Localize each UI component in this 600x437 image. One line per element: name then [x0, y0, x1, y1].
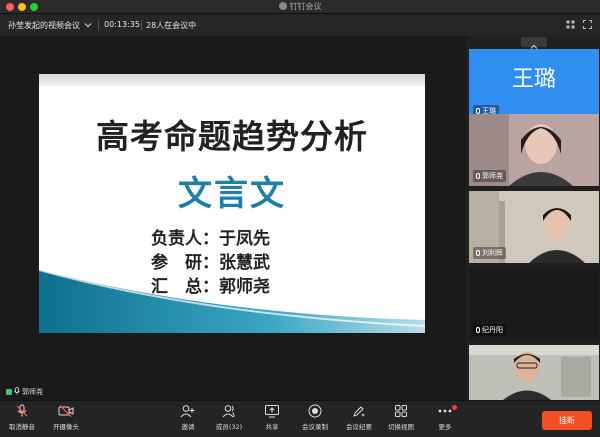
notification-dot — [452, 405, 457, 410]
slide-header-band — [39, 74, 425, 86]
participant-name: 郭师尧 — [482, 172, 503, 180]
slide-credit-line: 负责人：于凤先 — [151, 229, 270, 249]
record-label: 会议录制 — [302, 423, 328, 431]
fullscreen-icon[interactable] — [583, 20, 592, 29]
end-call-button[interactable]: 挂断 — [542, 411, 592, 430]
participant-name: 刘利辉 — [482, 249, 503, 257]
record-button[interactable]: 会议录制 — [300, 404, 330, 431]
divider — [141, 20, 142, 30]
presentation-slide: 高考命题趋势分析 文言文 负责人：于凤先 参 研：张慧武 汇 总：郭师尧 — [39, 74, 425, 333]
switch-view-button[interactable]: 切换视图 — [386, 404, 416, 431]
dingtalk-logo-icon — [278, 2, 287, 10]
share-button[interactable]: 共享 — [262, 404, 282, 431]
share-screen-icon — [265, 405, 279, 418]
microphone-icon — [476, 250, 480, 256]
meeting-timer: 00:13:35 — [104, 20, 140, 29]
more-label: 更多 — [438, 423, 452, 431]
participant-name: 纪丹阳 — [482, 326, 503, 334]
chevron-down-icon[interactable] — [84, 21, 92, 29]
invite-button[interactable]: 邀请 — [176, 404, 200, 431]
pen-sparkle-icon — [353, 406, 365, 417]
meeting-minutes-label: 会议纪要 — [346, 423, 372, 431]
window-title: 钉钉会议 — [0, 1, 600, 12]
shared-screen-area: 高考命题趋势分析 文言文 负责人：于凤先 参 研：张慧武 汇 总：郭师尧 郭师尧 — [0, 36, 466, 400]
users-icon — [222, 405, 235, 418]
window-title-text: 钉钉会议 — [289, 2, 322, 11]
unmute-button[interactable]: 取消静音 — [6, 404, 38, 431]
slide-decorative-wave — [39, 270, 425, 333]
unmute-label: 取消静音 — [9, 423, 35, 431]
divider — [98, 20, 99, 30]
active-speaker-label: 郭师尧 — [6, 387, 43, 397]
slide-subtitle: 文言文 — [178, 174, 286, 214]
microphone-icon — [476, 327, 480, 333]
slide-title: 高考命题趋势分析 — [96, 117, 368, 156]
meeting-minutes-button[interactable]: 会议纪要 — [344, 404, 374, 431]
share-label: 共享 — [265, 423, 279, 431]
avatar-initials: 王璐 — [511, 67, 556, 92]
camera-on-button[interactable]: 开摄像头 — [50, 404, 82, 431]
layout-grid-icon — [395, 405, 407, 417]
window-titlebar: 钉钉会议 — [0, 0, 600, 14]
invite-label: 邀请 — [181, 423, 195, 431]
grid-view-icon[interactable] — [566, 20, 575, 29]
microphone-icon — [14, 387, 20, 395]
add-user-icon — [180, 405, 195, 418]
participant-tile[interactable]: 刘利辉 — [469, 191, 599, 263]
members-button[interactable]: 成员(32) — [214, 404, 244, 431]
members-label: 成员(32) — [215, 423, 243, 431]
camera-off-icon — [58, 405, 74, 417]
active-speaker-name: 郭师尧 — [22, 388, 43, 396]
participant-tile[interactable]: 王璐 王璐 — [469, 49, 599, 121]
participant-count[interactable]: 28人在会议中 — [146, 20, 196, 31]
participant-tile[interactable]: 郭师尧 — [469, 114, 599, 186]
participant-tile[interactable] — [469, 345, 599, 400]
participant-tile[interactable]: 纪丹阳 — [469, 268, 599, 340]
participant-video — [469, 345, 599, 400]
record-icon — [308, 404, 322, 418]
meeting-info-bar: 孙莹发起的视频会议 00:13:35 28人在会议中 — [0, 14, 600, 36]
mic-off-icon — [16, 404, 28, 417]
speaking-indicator-icon — [6, 389, 12, 395]
switch-view-label: 切换视图 — [388, 423, 414, 431]
microphone-icon — [476, 173, 480, 179]
panel-collapse-button[interactable] — [521, 37, 547, 49]
participant-label: 刘利辉 — [473, 247, 506, 259]
camera-on-label: 开摄像头 — [53, 423, 79, 431]
participant-label: 纪丹阳 — [473, 324, 506, 336]
meeting-name[interactable]: 孙莹发起的视频会议 — [8, 20, 80, 31]
more-dots-icon — [438, 409, 452, 413]
participant-label: 郭师尧 — [473, 170, 506, 182]
